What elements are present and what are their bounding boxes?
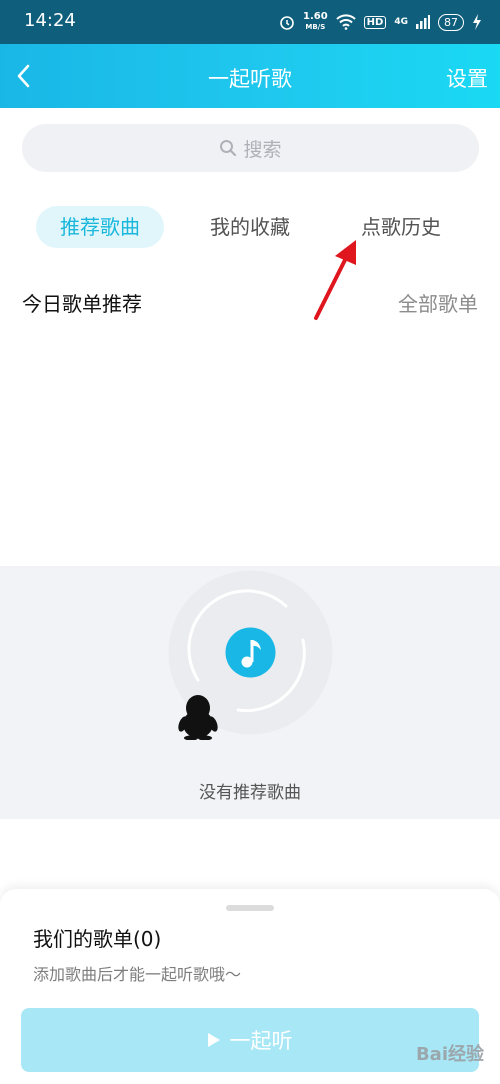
listen-button-label: 一起听 — [229, 1029, 293, 1053]
search-input[interactable]: 搜索 — [22, 124, 479, 172]
penguin-icon — [178, 695, 218, 740]
status-bar: 14:24 1.60 MB/S HD 4G 87 — [0, 0, 500, 44]
header-bar: 14:24 1.60 MB/S HD 4G 87 一起听歌 设置 — [0, 0, 500, 108]
sheet-description: 添加歌曲后才能一起听歌哦～ — [33, 965, 242, 984]
status-icons: 1.60 MB/S HD 4G 87 — [279, 12, 482, 32]
listen-together-button[interactable]: 一起听 — [21, 1008, 479, 1072]
search-icon — [220, 140, 237, 157]
tab-history[interactable]: 点歌历史 — [337, 206, 465, 248]
play-icon — [207, 1033, 220, 1047]
charging-icon — [473, 14, 481, 30]
empty-state-text: 没有推荐歌曲 — [199, 783, 301, 803]
settings-button[interactable]: 设置 — [446, 63, 488, 93]
search-placeholder: 搜索 — [243, 138, 282, 161]
status-time: 14:24 — [24, 10, 76, 31]
watermark-logo: Bai经验 — [415, 1044, 484, 1065]
section-title: 今日歌单推荐 — [22, 292, 142, 316]
network-speed: 1.60 MB/S — [302, 11, 328, 32]
signal-label: 4G — [394, 17, 408, 27]
hd-icon: HD — [363, 15, 387, 29]
page-title: 一起听歌 — [208, 67, 292, 91]
tab-recommended[interactable]: 推荐歌曲 — [36, 206, 164, 248]
drag-handle[interactable] — [226, 905, 274, 911]
wifi-icon — [335, 14, 356, 30]
signal-icon — [416, 15, 430, 29]
tab-favorites[interactable]: 我的收藏 — [186, 206, 314, 248]
battery-level: 87 — [438, 13, 464, 31]
all-playlists-link[interactable]: 全部歌单 — [398, 288, 478, 317]
sheet-title: 我们的歌单(0) — [33, 927, 162, 951]
alarm-icon — [280, 16, 294, 30]
